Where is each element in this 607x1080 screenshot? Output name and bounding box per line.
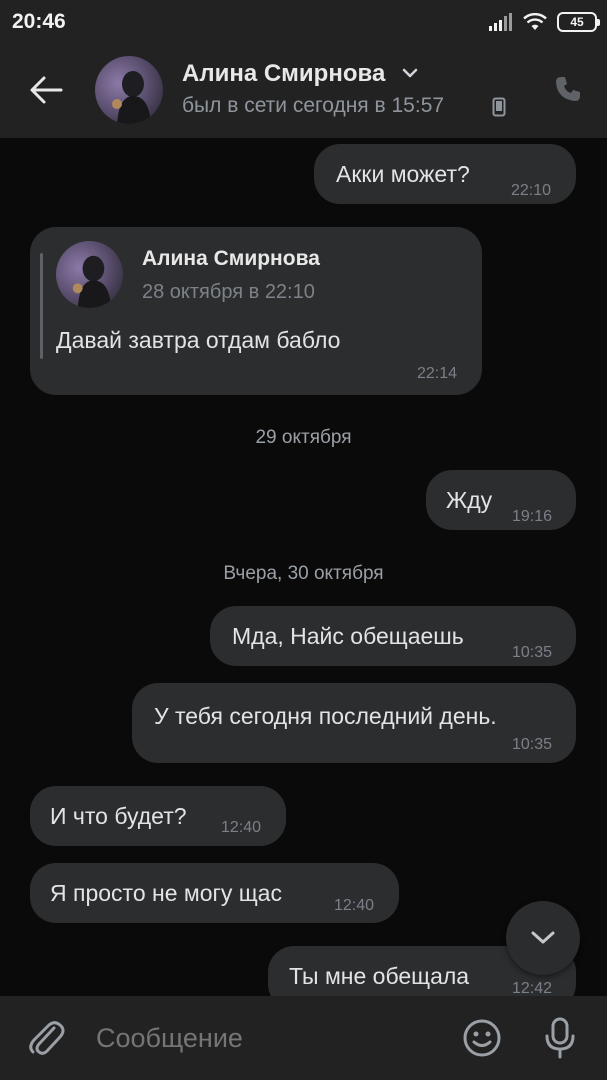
status-bar: 20:46 45 <box>0 0 607 46</box>
message-incoming[interactable]: И что будет? 12:40 <box>30 786 286 846</box>
contact-name[interactable]: Алина Смирнова <box>182 60 385 88</box>
message-outgoing[interactable]: Мда, Найс обещаешь 10:35 <box>210 606 576 666</box>
chevron-down-icon[interactable] <box>400 66 420 80</box>
message-composer <box>0 996 607 1080</box>
emoji-button[interactable] <box>462 1018 502 1063</box>
avatar-image <box>95 56 163 124</box>
attach-button[interactable] <box>28 1018 66 1063</box>
microphone-icon <box>545 1017 575 1059</box>
smile-icon <box>463 1019 501 1057</box>
message-text: Ты мне обещала <box>289 963 470 989</box>
paperclip-icon <box>29 1021 65 1055</box>
wifi-icon <box>523 13 547 30</box>
arrow-left-icon <box>30 76 63 104</box>
last-seen-status: был в сети сегодня в 15:57 <box>182 94 445 117</box>
forward-author-avatar <box>56 241 123 308</box>
message-text: Давай завтра отдам бабло <box>56 327 341 353</box>
message-text: Я просто не могу щас <box>50 880 282 906</box>
message-text: Жду <box>446 487 493 513</box>
message-incoming-forwarded[interactable]: Алина Смирнова 28 октября в 22:10 Давай … <box>30 227 482 395</box>
mobile-phone-icon <box>492 97 506 117</box>
signal-icon <box>489 13 512 31</box>
message-list[interactable]: Акки может? 22:10 Алина Смирнова 28 октя… <box>0 138 607 996</box>
back-button[interactable] <box>22 70 70 110</box>
forward-author-name: Алина Смирнова <box>142 247 320 270</box>
battery-level: 45 <box>570 15 584 29</box>
message-time: 22:10 <box>511 182 552 199</box>
forward-date: 28 октября в 22:10 <box>142 281 315 303</box>
message-text: Мда, Найс обещаешь <box>232 623 464 649</box>
chevron-down-icon <box>531 931 555 944</box>
call-button[interactable] <box>553 74 583 109</box>
message-outgoing[interactable]: Жду 19:16 <box>426 470 576 530</box>
forward-bar <box>40 253 43 359</box>
message-time: 19:16 <box>512 508 553 525</box>
message-time: 10:35 <box>512 736 553 753</box>
message-text: У тебя сегодня последний день. <box>154 703 497 729</box>
microphone-button[interactable] <box>542 1016 578 1065</box>
message-outgoing[interactable]: У тебя сегодня последний день. 10:35 <box>132 683 576 763</box>
scroll-down-button[interactable] <box>506 901 580 975</box>
phone-icon <box>556 77 580 101</box>
message-incoming[interactable]: Я просто не могу щас 12:40 <box>30 863 399 923</box>
clock: 20:46 <box>12 10 66 33</box>
message-time: 12:42 <box>512 980 553 996</box>
message-input[interactable] <box>96 1020 436 1056</box>
message-time: 10:35 <box>512 644 553 661</box>
message-text: И что будет? <box>50 803 187 829</box>
message-time: 12:40 <box>221 819 262 836</box>
message-time: 12:40 <box>334 897 375 914</box>
battery-icon: 45 <box>557 12 600 32</box>
date-separator: 29 октября <box>255 427 352 448</box>
chat-header: Алина Смирнова был в сети сегодня в 15:5… <box>0 46 607 138</box>
date-separator: Вчера, 30 октября <box>223 563 384 584</box>
contact-avatar[interactable] <box>95 56 163 124</box>
message-text: Акки может? <box>336 161 470 187</box>
message-outgoing[interactable]: Акки может? 22:10 <box>314 144 576 204</box>
status-icons: 45 <box>489 11 600 33</box>
message-time: 22:14 <box>417 365 458 382</box>
avatar-image <box>56 241 123 308</box>
